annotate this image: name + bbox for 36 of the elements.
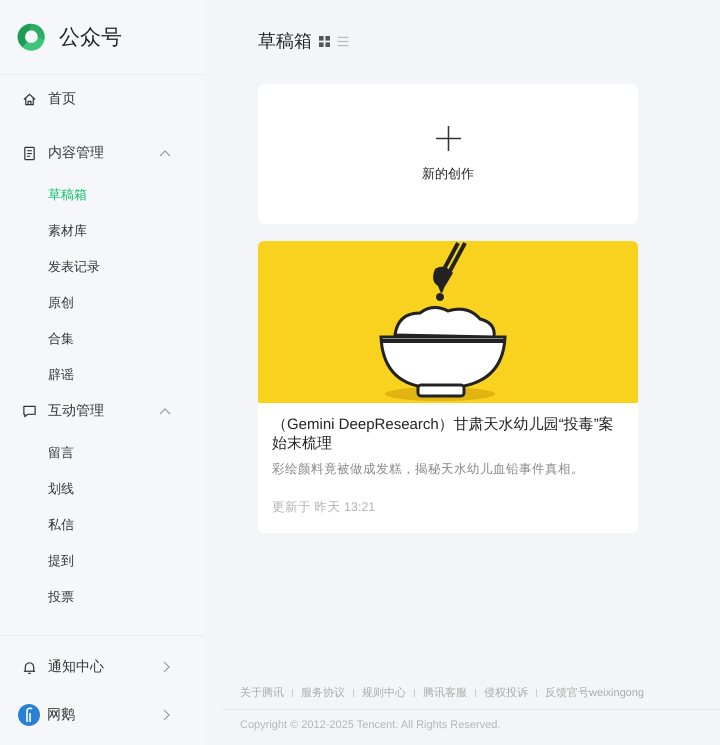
new-creation-label: 新的创作	[422, 164, 474, 182]
nav-subitem[interactable]: 素材库	[0, 213, 205, 249]
new-creation-card[interactable]: 新的创作	[258, 84, 638, 224]
chevron-right-icon	[163, 709, 171, 721]
draft-card[interactable]: （Gemini DeepResearch）甘肃天水幼儿园“投毒”案始末梳理 彩绘颜料竟被做成发糕，揭秘天水幼儿血铅事件真相。 更新于 昨天 13:21	[258, 241, 638, 533]
nav-item[interactable]: 通知中心	[0, 649, 205, 685]
draft-title[interactable]: （Gemini DeepResearch）甘肃天水幼儿园“投毒”案始末梳理	[272, 415, 624, 453]
document-icon	[22, 146, 37, 160]
chevron-right-icon	[163, 661, 171, 673]
updated-time: 更新于 昨天 13:21	[272, 499, 376, 516]
plus-icon	[436, 126, 460, 150]
chevron-icon	[159, 407, 171, 415]
logo-icon	[17, 22, 47, 52]
nav-subitem[interactable]: 投票	[0, 579, 205, 615]
grid-view-icon[interactable]	[319, 36, 330, 46]
avatar-icon	[18, 704, 40, 726]
nav-subitem[interactable]: 合集	[0, 321, 205, 357]
nav-item[interactable]: 内容管理	[0, 135, 205, 171]
nav-subitem[interactable]: 私信	[0, 507, 205, 543]
draft-summary: 彩绘颜料竟被做成发糕，揭秘天水幼儿血铅事件真相。	[272, 461, 585, 478]
nav-item[interactable]: 网鹅	[0, 697, 205, 733]
nav-item[interactable]: 互动管理	[0, 393, 205, 429]
nav-subitem[interactable]: 原创	[0, 285, 205, 321]
chevron-icon	[159, 149, 171, 157]
nav-subitem[interactable]: 辟谣	[0, 357, 205, 393]
chat-icon	[22, 404, 37, 418]
bell-icon	[22, 660, 37, 674]
nav-subitem[interactable]: 划线	[0, 471, 205, 507]
nav-subitem[interactable]: 发表记录	[0, 249, 205, 285]
nav-subitem[interactable]: 留言	[0, 435, 205, 471]
page-title: 草稿箱	[258, 30, 312, 53]
nav-subitem[interactable]: 提到	[0, 543, 205, 579]
nav-item[interactable]: 首页	[0, 81, 205, 117]
home-icon	[22, 92, 37, 106]
copyright-text: Copyright © 2012-2025 Tencent. All Rights Reserved.	[239, 718, 502, 731]
brand-name: 公众号	[59, 25, 122, 51]
